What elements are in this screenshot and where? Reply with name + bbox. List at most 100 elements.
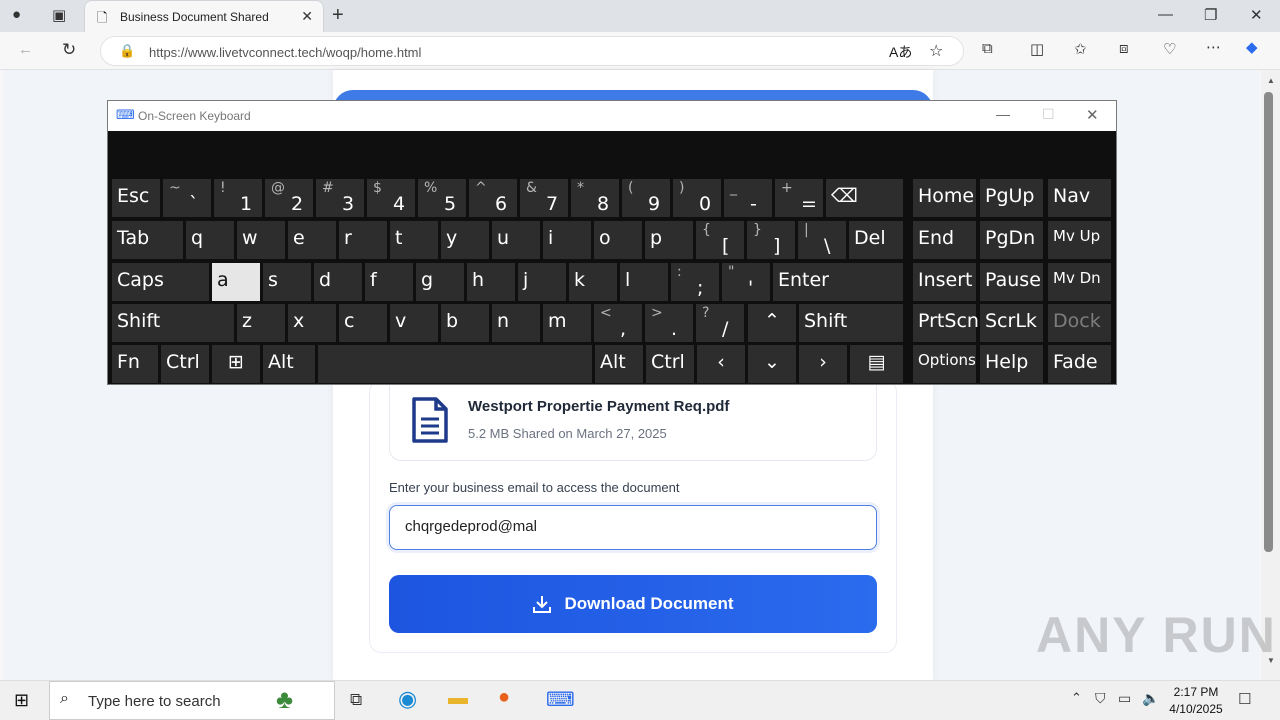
key-b[interactable]: b: [441, 304, 489, 342]
key-fade[interactable]: Fade: [1048, 345, 1111, 383]
read-aloud-icon[interactable]: Aあ: [889, 42, 912, 62]
key-sym-0[interactable]: {[: [696, 221, 744, 259]
restore-icon[interactable]: ❐: [1204, 6, 1217, 24]
key-end[interactable]: End: [913, 221, 976, 259]
key-options[interactable]: Options: [913, 345, 976, 383]
key-i[interactable]: i: [543, 221, 591, 259]
key-3[interactable]: #3: [316, 179, 364, 217]
key-g[interactable]: g: [416, 263, 464, 301]
key-`[interactable]: ~ `: [163, 179, 211, 217]
key-windows[interactable]: ⊞: [212, 345, 260, 383]
key-7[interactable]: & 7: [520, 179, 568, 217]
key-pgdn[interactable]: PgDn: [980, 221, 1043, 259]
key-n[interactable]: n: [492, 304, 540, 342]
split-screen-icon[interactable]: ◫: [1030, 40, 1044, 58]
key-y[interactable]: y: [441, 221, 489, 259]
key-prtscn[interactable]: PrtScn: [913, 304, 979, 342]
key-arrow-up[interactable]: ⌃: [748, 304, 796, 342]
key-q[interactable]: q: [186, 221, 234, 259]
key-5[interactable]: % 5: [418, 179, 466, 217]
key-s[interactable]: s: [263, 263, 311, 301]
favorites-icon[interactable]: ✩: [1074, 40, 1087, 58]
key-arrow-down[interactable]: ⌄: [748, 345, 796, 383]
key-mv-dn[interactable]: Mv Dn: [1048, 263, 1111, 301]
key-4[interactable]: $4: [367, 179, 415, 217]
key-home[interactable]: Home: [913, 179, 976, 217]
key-1[interactable]: ! 1: [214, 179, 262, 217]
key-k[interactable]: k: [569, 263, 617, 301]
osk-title-bar[interactable]: ⌨ On-Screen Keyboard — ☐ ✕: [108, 101, 1116, 131]
key-sym3-1[interactable]: >.: [645, 304, 693, 342]
key-f[interactable]: f: [365, 263, 413, 301]
menu-icon[interactable]: ⋯: [1206, 38, 1221, 56]
osk-close-icon[interactable]: ✕: [1086, 106, 1099, 124]
key-d[interactable]: d: [314, 263, 362, 301]
collections-icon[interactable]: ⧈: [1119, 40, 1129, 57]
windows-start-icon[interactable]: ⊞: [14, 690, 29, 711]
firefox-icon[interactable]: ●: [498, 686, 510, 709]
copilot-icon[interactable]: ◆: [1246, 38, 1258, 56]
key-del[interactable]: Del: [849, 221, 903, 259]
key-j[interactable]: j: [518, 263, 566, 301]
key-nav[interactable]: Nav: [1048, 179, 1111, 217]
key-sym-2[interactable]: | \: [798, 221, 846, 259]
key-c[interactable]: c: [339, 304, 387, 342]
volume-icon[interactable]: 🔈: [1142, 690, 1159, 707]
key-scrlk[interactable]: ScrLk: [980, 304, 1043, 342]
key-backspace[interactable]: ⌫: [826, 179, 903, 217]
key-pause[interactable]: Pause: [980, 263, 1043, 301]
key-ctrl-right[interactable]: Ctrl: [646, 345, 694, 383]
notifications-icon[interactable]: ☐: [1238, 690, 1251, 708]
key-sym-1[interactable]: }]: [747, 221, 795, 259]
key-2[interactable]: @2: [265, 179, 313, 217]
key-t[interactable]: t: [390, 221, 438, 259]
minimize-icon[interactable]: —: [1158, 6, 1173, 23]
taskbar-search[interactable]: ⌕ Type here to search ♣: [49, 681, 335, 720]
key-w[interactable]: w: [237, 221, 285, 259]
key-=[interactable]: + =: [775, 179, 823, 217]
key-sym3-2[interactable]: ? /: [696, 304, 744, 342]
key-pgup[interactable]: PgUp: [980, 179, 1043, 217]
key-o[interactable]: o: [594, 221, 642, 259]
file-explorer-icon[interactable]: ▬: [448, 687, 468, 710]
key-caps[interactable]: Caps: [112, 263, 209, 301]
key-alt-left[interactable]: Alt: [263, 345, 315, 383]
key-enter[interactable]: Enter: [773, 263, 903, 301]
key-shift-left[interactable]: Shift: [112, 304, 234, 342]
scrollbar-thumb[interactable]: [1264, 92, 1273, 552]
key-space[interactable]: [318, 345, 592, 383]
key-8[interactable]: * 8: [571, 179, 619, 217]
back-icon[interactable]: ←: [18, 41, 33, 58]
system-clock[interactable]: 2:17 PM 4/10/2025: [1164, 684, 1228, 718]
tray-chevron-icon[interactable]: ⌃: [1071, 690, 1082, 706]
network-icon[interactable]: ▭: [1118, 690, 1131, 707]
key-e[interactable]: e: [288, 221, 336, 259]
key-arrow-right[interactable]: ›: [799, 345, 847, 383]
osk-taskbar-icon[interactable]: ⌨: [546, 687, 575, 712]
performance-icon[interactable]: ♡: [1163, 40, 1176, 58]
refresh-icon[interactable]: ↻: [62, 40, 76, 60]
edge-icon[interactable]: ◉: [398, 686, 417, 712]
download-button[interactable]: Download Document: [389, 575, 877, 633]
key-r[interactable]: r: [339, 221, 387, 259]
key-ctrl-left[interactable]: Ctrl: [161, 345, 209, 383]
key-arrow-left[interactable]: ‹: [697, 345, 745, 383]
key-mv-up[interactable]: Mv Up: [1048, 221, 1111, 259]
key-tab[interactable]: Tab: [112, 221, 183, 259]
profile-icon[interactable]: ●: [12, 6, 21, 23]
key-alt-right[interactable]: Alt: [595, 345, 643, 383]
key-dock[interactable]: Dock: [1048, 304, 1111, 342]
key-0[interactable]: ) 0: [673, 179, 721, 217]
close-window-icon[interactable]: ✕: [1250, 6, 1263, 24]
key-m[interactable]: m: [543, 304, 591, 342]
key-fn[interactable]: Fn: [112, 345, 158, 383]
osk-minimize-icon[interactable]: —: [996, 106, 1010, 122]
key-6[interactable]: ^ 6: [469, 179, 517, 217]
new-tab-icon[interactable]: +: [332, 4, 344, 27]
scroll-up-icon[interactable]: ▲: [1267, 76, 1275, 85]
key-9[interactable]: (9: [622, 179, 670, 217]
key-x[interactable]: x: [288, 304, 336, 342]
key-z[interactable]: z: [237, 304, 285, 342]
key-esc[interactable]: Esc: [112, 179, 160, 217]
key-u[interactable]: u: [492, 221, 540, 259]
